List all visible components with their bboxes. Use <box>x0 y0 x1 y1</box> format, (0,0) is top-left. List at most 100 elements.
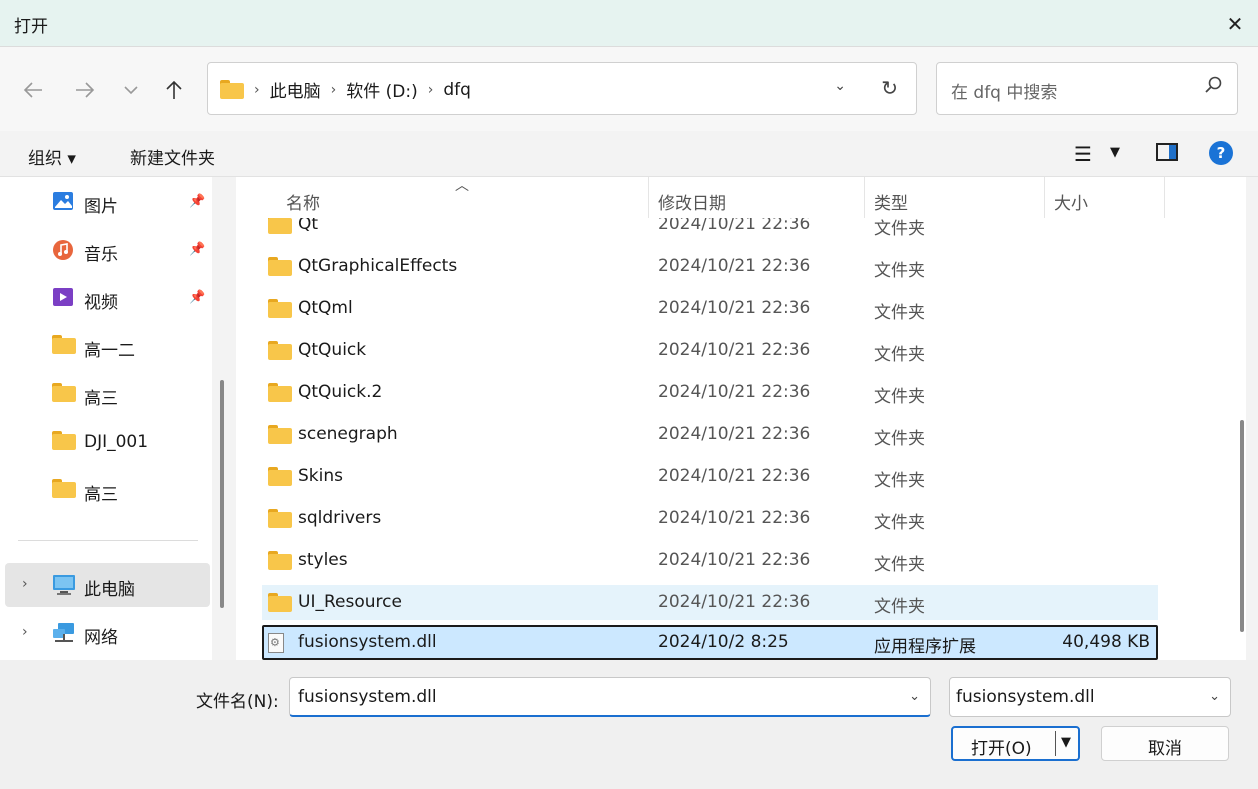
videos-icon <box>52 287 76 309</box>
arrow-left-icon[interactable] <box>18 75 48 105</box>
sidebar-item-music[interactable]: 音乐 📌 <box>0 228 212 272</box>
pin-icon[interactable]: 📌 <box>189 242 205 257</box>
chevron-right-icon[interactable]: › <box>22 624 28 640</box>
sidebar-item-folder[interactable]: 高一二 <box>0 324 212 368</box>
file-type: 文件夹 <box>874 303 925 323</box>
organize-button[interactable]: 组织 ▾ <box>28 144 76 169</box>
chevron-down-icon[interactable] <box>116 75 146 105</box>
file-list: ︿ 名称 修改日期 类型 大小 Qt 2024/10/21 22:36 文件夹 … <box>236 177 1246 660</box>
folder-icon <box>52 431 76 453</box>
refresh-icon[interactable]: ↻ <box>881 76 898 100</box>
breadcrumb-item[interactable]: dfq <box>443 80 471 100</box>
chevron-right-icon[interactable]: › <box>331 82 337 98</box>
column-divider[interactable] <box>1164 177 1165 218</box>
sidebar-item-videos[interactable]: 视频 📌 <box>0 276 212 320</box>
sidebar-item-network[interactable]: › 网络 <box>0 611 212 655</box>
sidebar-item-pictures[interactable]: 图片 📌 <box>0 180 212 224</box>
dialog-footer: 文件名(N): fusionsystem.dll ⌄ fusionsystem.… <box>0 660 1258 789</box>
folder-icon <box>52 383 76 405</box>
file-date: 2024/10/21 22:36 <box>658 340 811 360</box>
navigation-bar: › 此电脑 › 软件 (D:) › dfq ⌄ ↻ 在 dfq 中搜索 <box>0 47 1258 131</box>
sort-ascending-icon: ︿ <box>455 178 469 194</box>
column-size[interactable]: 大小 <box>1054 189 1088 214</box>
file-row[interactable]: sqldrivers 2024/10/21 22:36 文件夹 <box>262 501 1158 536</box>
sidebar-item-label: 图片 <box>84 197 118 217</box>
folder-icon <box>220 80 244 99</box>
column-divider[interactable] <box>864 177 865 218</box>
sidebar-item-folder[interactable]: DJI_001 <box>0 420 212 464</box>
filename-label: 文件名(N): <box>196 692 279 712</box>
network-icon <box>52 622 76 644</box>
file-row[interactable]: QtGraphicalEffects 2024/10/21 22:36 文件夹 <box>262 249 1158 284</box>
file-row[interactable]: QtQml 2024/10/21 22:36 文件夹 <box>262 291 1158 326</box>
sidebar-item-label: 高一二 <box>84 341 135 361</box>
preview-pane-icon[interactable] <box>1156 143 1178 161</box>
navigation-pane: 图片 📌 音乐 📌 视频 📌 高一二 高三 DJI_001 高三 › 此电脑 ›… <box>0 177 212 660</box>
pin-icon[interactable]: 📌 <box>189 194 205 209</box>
breadcrumb-item[interactable]: 此电脑 <box>270 77 321 102</box>
file-row[interactable]: QtQuick.2 2024/10/21 22:36 文件夹 <box>262 375 1158 410</box>
chevron-right-icon[interactable]: › <box>428 82 434 98</box>
view-dropdown-icon[interactable]: ▼ <box>1110 145 1120 160</box>
file-row[interactable]: scenegraph 2024/10/21 22:36 文件夹 <box>262 417 1158 452</box>
column-divider[interactable] <box>1044 177 1045 218</box>
folder-icon <box>52 479 76 501</box>
address-dropdown-icon[interactable]: ⌄ <box>834 78 846 94</box>
computer-icon <box>52 574 76 596</box>
chevron-down-icon[interactable]: ⌄ <box>1209 689 1220 704</box>
filename-value: fusionsystem.dll <box>298 687 437 707</box>
filetype-select[interactable]: fusionsystem.dll ⌄ <box>949 677 1231 717</box>
file-row[interactable]: Skins 2024/10/21 22:36 文件夹 <box>262 459 1158 494</box>
file-name: Skins <box>298 466 343 486</box>
file-row[interactable]: styles 2024/10/21 22:36 文件夹 <box>262 543 1158 578</box>
file-row[interactable]: UI_Resource 2024/10/21 22:36 文件夹 <box>262 585 1158 620</box>
chevron-right-icon[interactable]: › <box>22 576 28 592</box>
sidebar-scrollbar[interactable] <box>220 380 224 608</box>
open-dropdown-icon[interactable]: ▼ <box>1061 735 1071 750</box>
breadcrumb-item[interactable]: 软件 (D:) <box>346 77 418 102</box>
chevron-right-icon[interactable]: › <box>254 82 260 98</box>
arrow-right-icon[interactable] <box>70 75 100 105</box>
open-button[interactable]: 打开(O) ▼ <box>951 726 1080 761</box>
chevron-down-icon[interactable]: ⌄ <box>909 689 920 704</box>
file-type: 文件夹 <box>874 555 925 575</box>
folder-icon <box>268 467 292 486</box>
help-icon[interactable]: ? <box>1209 141 1233 165</box>
column-date[interactable]: 修改日期 <box>658 189 726 214</box>
title-bar: 打开 ✕ <box>0 0 1258 47</box>
search-input[interactable]: 在 dfq 中搜索 <box>936 62 1238 115</box>
sidebar-item-label: 高三 <box>84 485 118 505</box>
filename-input[interactable]: fusionsystem.dll ⌄ <box>289 677 931 717</box>
close-icon[interactable]: ✕ <box>1212 0 1258 47</box>
column-name[interactable]: 名称 <box>286 189 320 214</box>
cancel-button[interactable]: 取消 <box>1101 726 1229 761</box>
file-size: 40,498 KB <box>1062 632 1150 652</box>
column-type[interactable]: 类型 <box>874 189 908 214</box>
folder-icon <box>268 593 292 612</box>
column-divider[interactable] <box>648 177 649 218</box>
file-name: fusionsystem.dll <box>298 632 437 652</box>
file-row[interactable]: QtQuick 2024/10/21 22:36 文件夹 <box>262 333 1158 368</box>
new-folder-button[interactable]: 新建文件夹 <box>130 144 215 169</box>
arrow-up-icon[interactable] <box>159 75 189 105</box>
address-bar[interactable]: › 此电脑 › 软件 (D:) › dfq ⌄ ↻ <box>207 62 917 115</box>
folder-icon <box>268 425 292 444</box>
sidebar-item-this-pc[interactable]: › 此电脑 <box>5 563 210 607</box>
file-list-scrollbar[interactable] <box>1240 420 1244 632</box>
file-date: 2024/10/2 8:25 <box>658 632 789 652</box>
cancel-button-label: 取消 <box>1148 739 1182 759</box>
file-row[interactable]: fusionsystem.dll 2024/10/2 8:25 应用程序扩展 4… <box>262 625 1158 660</box>
sidebar-item-folder[interactable]: 高三 <box>0 468 212 512</box>
view-list-icon[interactable]: ☰ <box>1074 142 1092 166</box>
file-type: 文件夹 <box>874 261 925 281</box>
sidebar-divider <box>18 540 198 541</box>
file-name: QtQuick <box>298 340 367 360</box>
pin-icon[interactable]: 📌 <box>189 290 205 305</box>
file-type: 文件夹 <box>874 429 925 449</box>
file-date: 2024/10/21 22:36 <box>658 256 811 276</box>
file-date: 2024/10/21 22:36 <box>658 508 811 528</box>
music-icon <box>52 239 76 261</box>
search-icon[interactable] <box>1205 76 1223 99</box>
sidebar-item-label: 此电脑 <box>84 580 135 600</box>
sidebar-item-folder[interactable]: 高三 <box>0 372 212 416</box>
